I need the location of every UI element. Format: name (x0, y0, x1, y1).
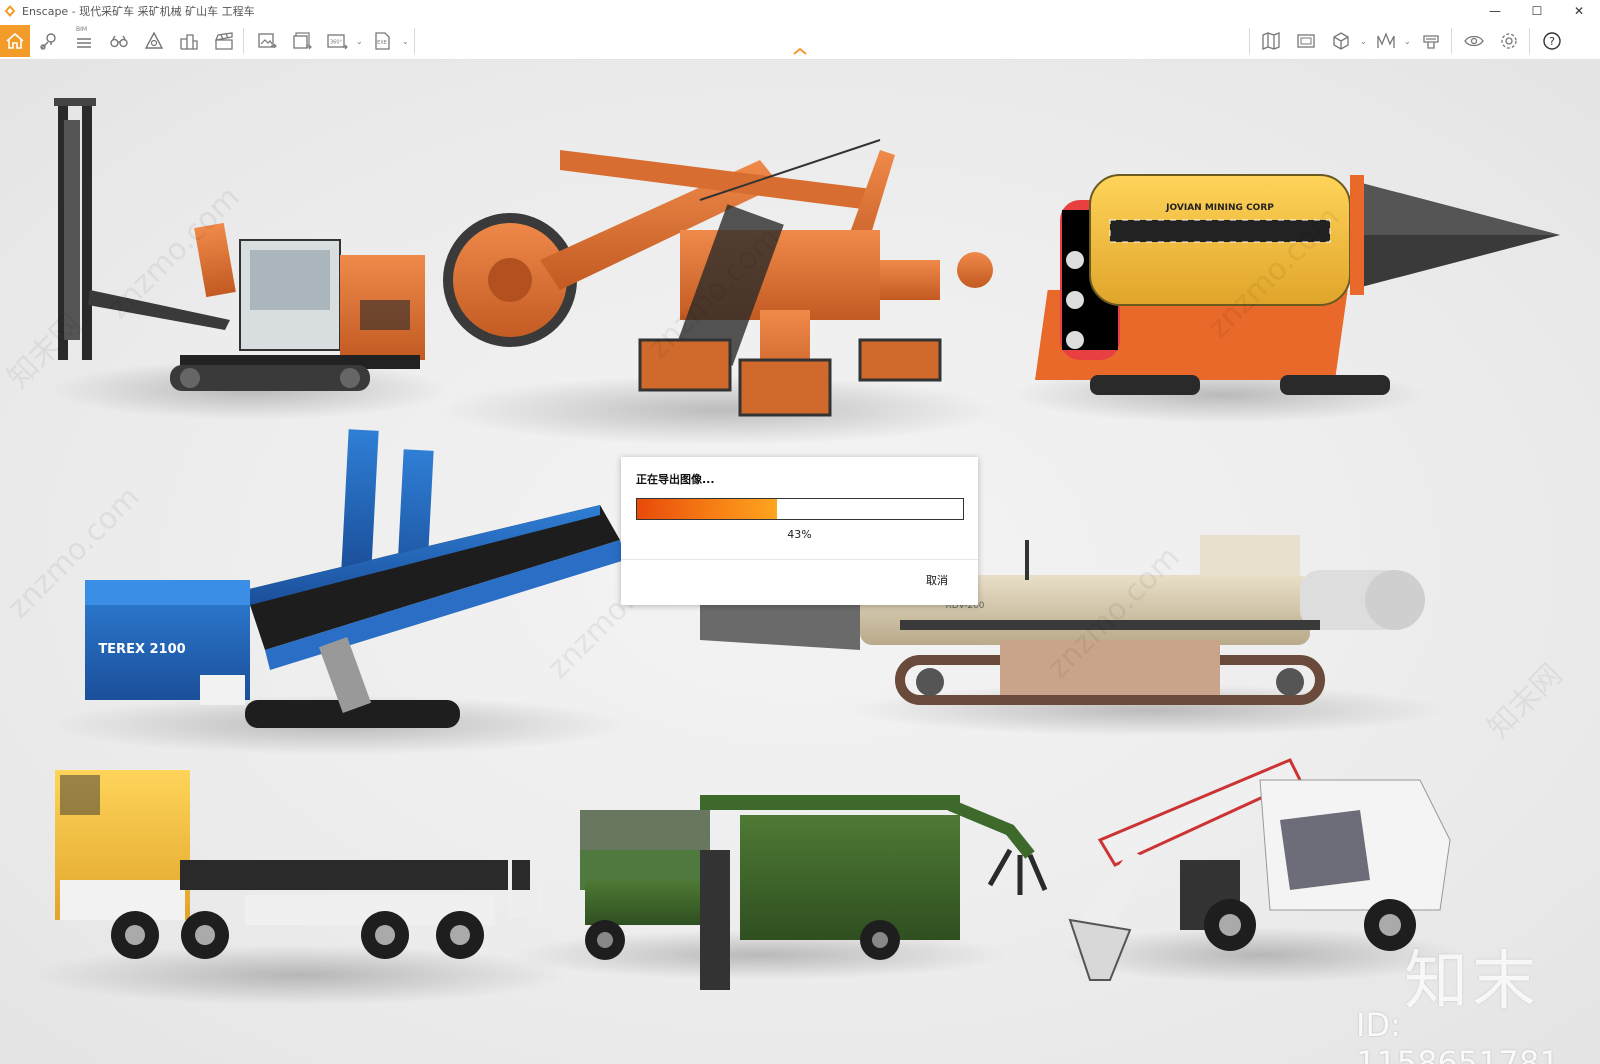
bim-label: BIM (76, 26, 88, 33)
toolbar-separator (1249, 28, 1250, 54)
screenshot-icon (1297, 34, 1315, 48)
mining-drill-machine-model: JOVIAN MINING CORP (1010, 174, 1560, 423)
chassis-truck-model (30, 770, 570, 1005)
batch-export-icon (293, 32, 312, 50)
video-path-button[interactable] (1371, 25, 1401, 57)
location-pin-icon (40, 33, 56, 50)
bim-list-icon (77, 38, 91, 48)
video-editor-button[interactable] (209, 25, 239, 57)
visual-settings-button[interactable] (1459, 25, 1489, 57)
video-path-dropdown-icon[interactable]: ⌄ (1404, 37, 1411, 46)
buildings-icon (180, 34, 198, 50)
clapperboard-icon (214, 32, 233, 50)
image-id-watermark: ID: 1158651781 (1356, 1006, 1560, 1064)
visual-settings-icon (1464, 35, 1484, 47)
toolbar-separator (1451, 28, 1452, 54)
home-button[interactable] (0, 25, 30, 57)
exe-dropdown-icon[interactable]: ⌄ (402, 37, 409, 46)
bim-button[interactable]: BIM (69, 25, 99, 57)
toolbar-separator (414, 28, 415, 54)
image-export-icon (258, 33, 277, 49)
location-button[interactable] (34, 25, 64, 57)
export-progress-dialog: 正在导出图像... 43% 取消 (621, 457, 978, 605)
map-button[interactable] (1256, 25, 1286, 57)
cube-view-icon (1333, 32, 1349, 50)
panorama-360-icon: 360° (327, 34, 348, 50)
title-bar: Enscape - 现代采矿车 采矿机械 矿山车 工程车 — ☐ ✕ (0, 0, 1600, 22)
help-button[interactable]: ? (1537, 25, 1567, 57)
collapse-toolbar-chevron-icon[interactable] (792, 46, 808, 56)
progress-percentage: 43% (787, 528, 812, 541)
triangle-tool-button[interactable] (139, 25, 169, 57)
window-title: Enscape - 现代采矿车 采矿机械 矿山车 工程车 (22, 5, 255, 18)
export-progress-bar (636, 498, 964, 520)
asset-library-icon (1423, 35, 1439, 49)
help-label: ? (1549, 35, 1555, 48)
exe-export-button[interactable]: EXE (368, 25, 398, 57)
exe-label: EXE (377, 40, 387, 46)
asset-library-button[interactable] (1416, 25, 1446, 57)
watermark-cn: 知末网 (1481, 657, 1569, 745)
settings-gear-icon (1501, 33, 1517, 49)
terex-label: TEREX 2100 (98, 642, 185, 657)
cancel-button[interactable]: 取消 (926, 572, 948, 588)
dialog-title: 正在导出图像... (636, 473, 715, 486)
settings-button[interactable] (1494, 25, 1524, 57)
maximize-button[interactable]: ☐ (1516, 0, 1558, 22)
wheeled-excavator-model (1060, 758, 1460, 983)
progress-fill (637, 499, 778, 519)
cube-view-dropdown-icon[interactable]: ⌄ (1360, 37, 1367, 46)
triangle-tool-icon (144, 31, 164, 49)
toolbar-separator (243, 28, 244, 54)
panorama-dropdown-icon[interactable]: ⌄ (356, 37, 363, 46)
panorama-360-label: 360° (330, 40, 343, 46)
minimize-button[interactable]: — (1474, 0, 1516, 22)
panorama-button[interactable]: 360° (322, 25, 352, 57)
toolbar-separator (1529, 28, 1530, 54)
help-icon: ? (1543, 32, 1561, 50)
jovian-label: JOVIAN MINING CORP (1165, 203, 1274, 213)
terex-conveyor-model: TEREX 2100 (50, 429, 630, 755)
render-image-button[interactable] (252, 25, 282, 57)
dialog-divider (621, 559, 978, 560)
exe-export-icon: EXE (375, 32, 390, 50)
buildings-button[interactable] (174, 25, 204, 57)
binoculars-icon (110, 35, 128, 48)
close-button[interactable]: ✕ (1558, 0, 1600, 22)
enscape-logo-icon (4, 5, 16, 17)
video-path-icon (1377, 32, 1395, 48)
drill-rig-model (50, 98, 450, 420)
cube-view-button[interactable] (1326, 25, 1356, 57)
grapple-truck-model (510, 795, 1048, 990)
home-icon (6, 32, 24, 49)
binoculars-button[interactable] (104, 25, 134, 57)
batch-render-button[interactable] (287, 25, 317, 57)
map-icon (1262, 32, 1280, 50)
screenshot-button[interactable] (1291, 25, 1321, 57)
